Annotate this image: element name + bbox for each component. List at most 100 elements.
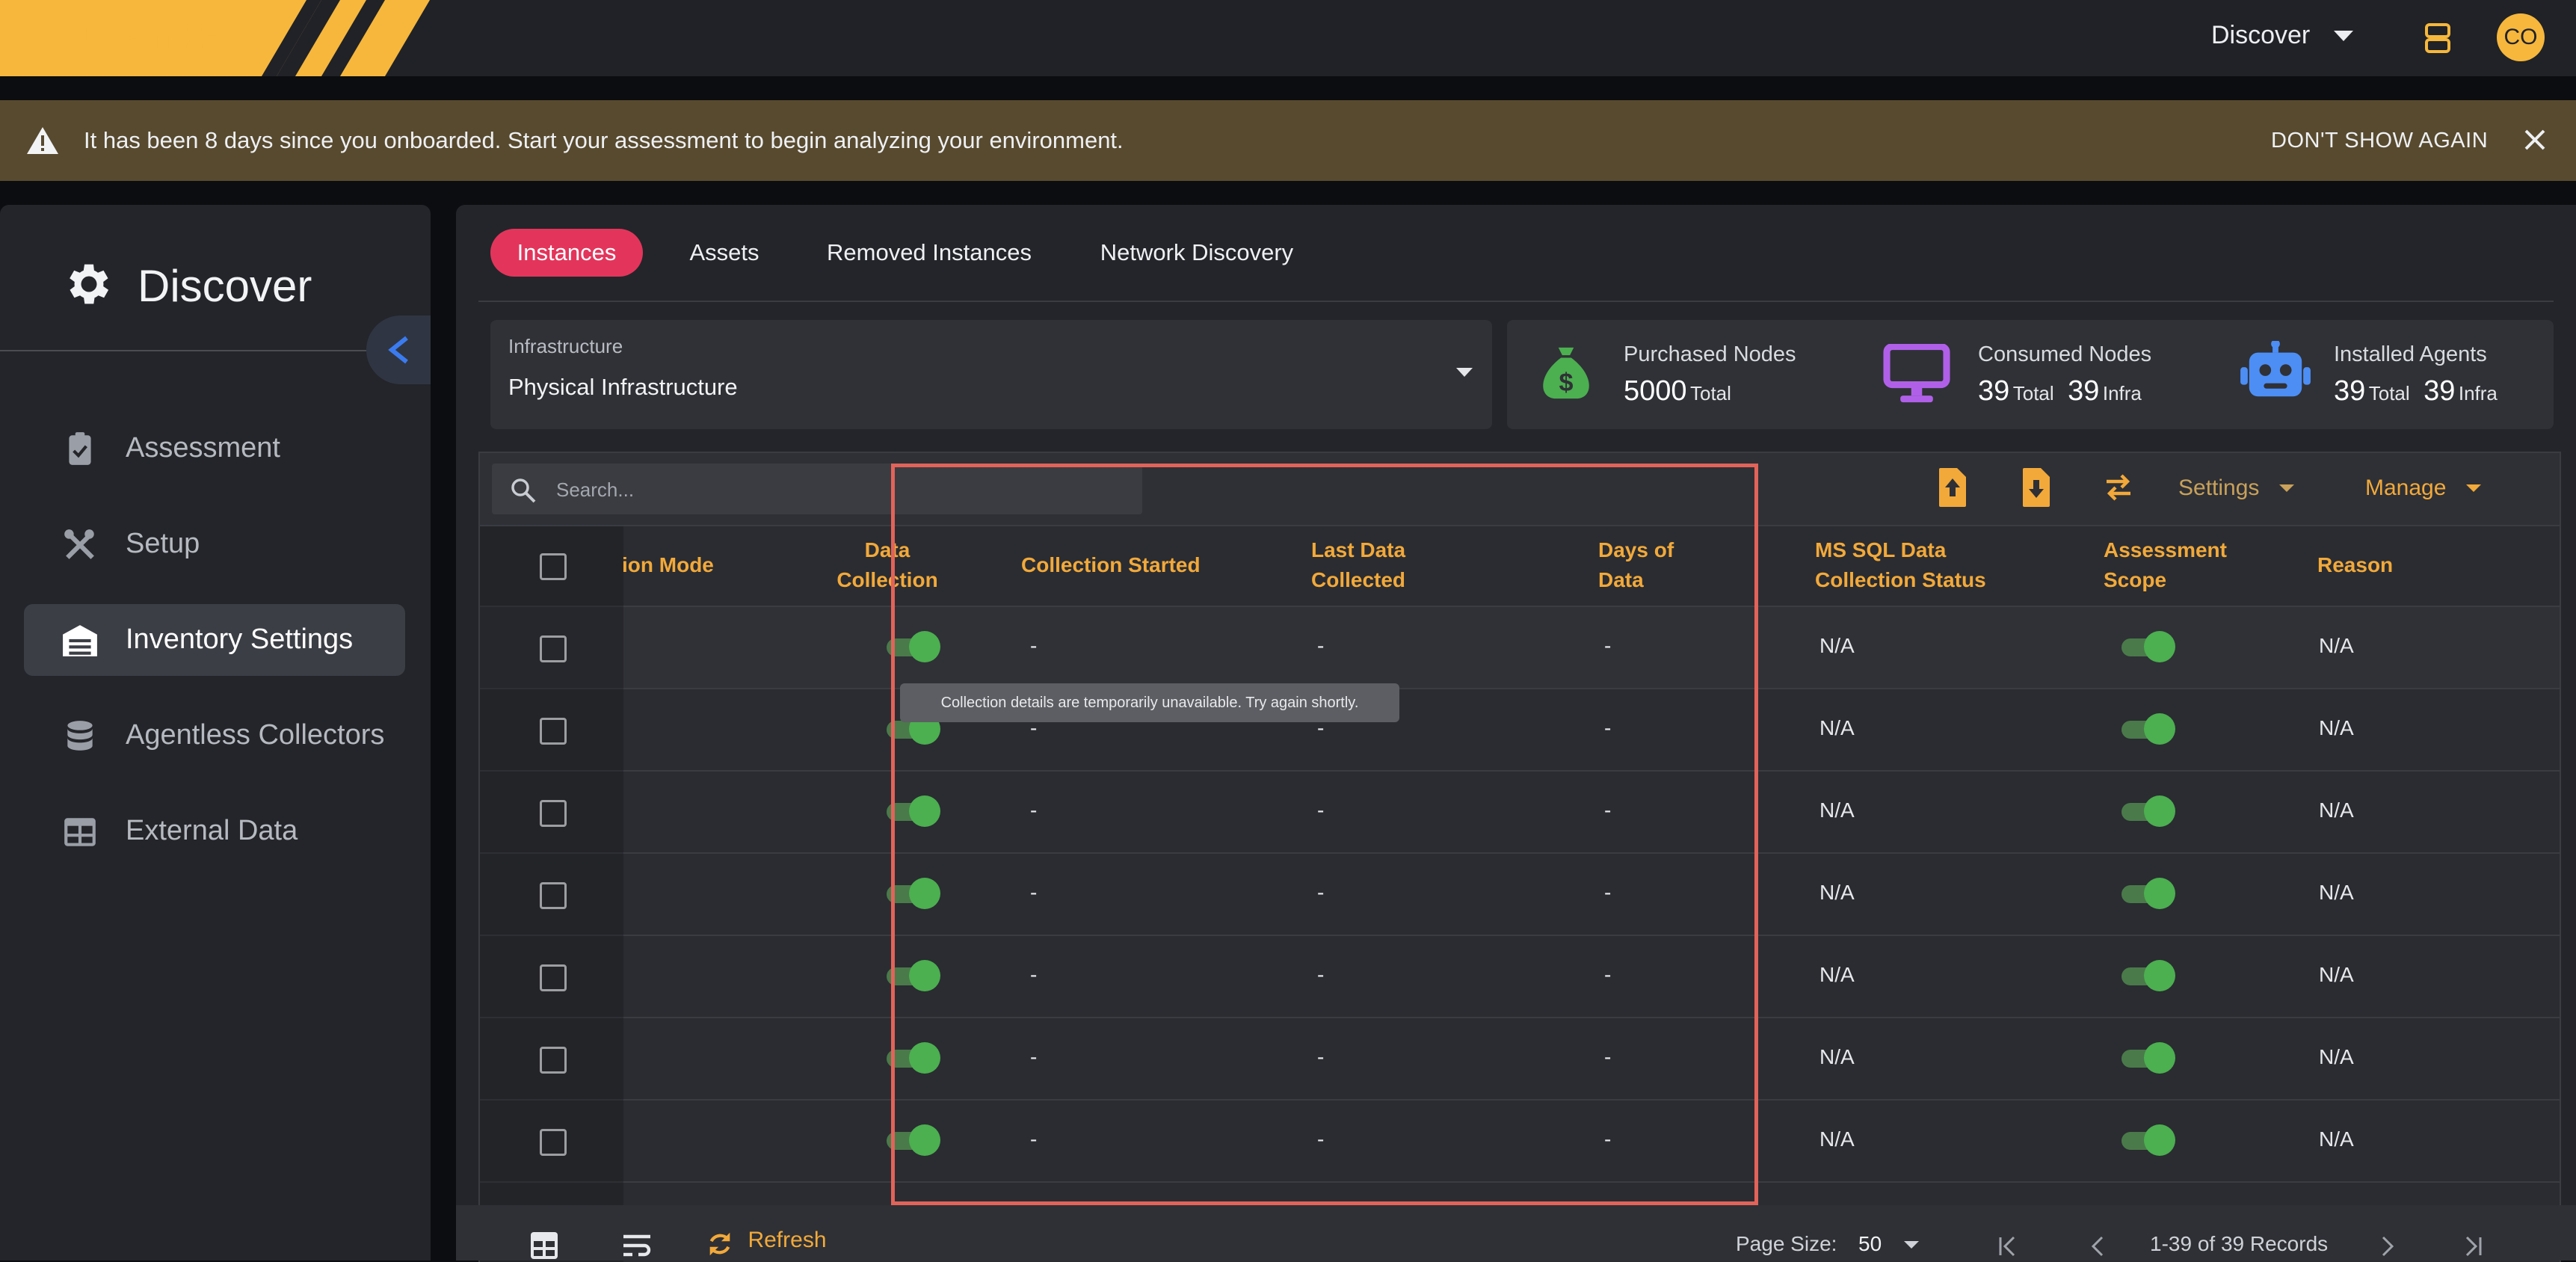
header-line: Collection [836, 568, 938, 591]
robot-icon [2240, 341, 2311, 397]
tab-removed-instances[interactable]: Removed Instances [806, 229, 1053, 277]
consumed-nodes-infra: 39 [2068, 375, 2100, 407]
sidebar-item-label: Agentless Collectors [126, 719, 385, 751]
refresh-button[interactable]: Refresh [706, 1228, 827, 1259]
days-of-data-cell: - [1604, 1127, 1612, 1151]
table-view-icon[interactable] [529, 1231, 559, 1261]
table-row[interactable]: - - - N/A N/A [480, 854, 2560, 936]
collection-started-cell: - [1030, 1127, 1038, 1151]
sidebar-item-external-data[interactable]: External Data [24, 795, 405, 867]
reason-cell: N/A [2319, 881, 2354, 904]
node-metrics-panel: $ Purchased Nodes 5000 Total Consumed No… [1507, 320, 2554, 429]
row-checkbox[interactable] [540, 1047, 567, 1074]
page-size-select[interactable]: 50 [1858, 1232, 1919, 1256]
reason-cell: N/A [2319, 1127, 2354, 1151]
next-page-icon[interactable] [2379, 1235, 2397, 1258]
settings-dropdown[interactable]: Settings [2178, 475, 2294, 501]
assessment-scope-toggle[interactable] [2121, 1042, 2175, 1074]
collection-started-cell: - [1030, 798, 1038, 822]
server-stack-icon[interactable] [2424, 22, 2452, 54]
data-collection-toggle[interactable] [887, 795, 940, 827]
days-of-data-cell: - [1604, 881, 1612, 904]
infrastructure-select[interactable]: Infrastructure Physical Infrastructure [490, 320, 1492, 429]
logo[interactable]: Cloudamize™ [0, 0, 434, 76]
assessment-scope-toggle[interactable] [2121, 631, 2175, 662]
file-upload-icon[interactable] [1938, 467, 1968, 508]
table-row[interactable]: - - - N/A N/A [480, 772, 2560, 854]
tools-icon [64, 529, 94, 559]
table-toolbar: Settings Manage [480, 453, 2560, 526]
header-line: Last Data [1311, 538, 1406, 561]
table-row[interactable]: - - - N/A N/A [480, 607, 2560, 689]
column-header-last-data-collected[interactable]: Last Data Collected [1311, 535, 1405, 595]
dont-show-again-button[interactable]: DON'T SHOW AGAIN [2271, 129, 2488, 153]
file-download-icon[interactable] [2021, 467, 2051, 508]
collection-started-cell: - [1030, 881, 1038, 904]
table-row[interactable]: - - - N/A N/A [480, 936, 2560, 1018]
money-bag-icon: $ [1543, 347, 1589, 399]
row-checkbox[interactable] [540, 1129, 567, 1156]
swap-arrows-icon[interactable] [2104, 473, 2133, 502]
sidebar-item-assessment[interactable]: Assessment [24, 413, 405, 484]
row-checkbox[interactable] [540, 964, 567, 991]
sidebar-item-setup[interactable]: Setup [24, 508, 405, 580]
table-row[interactable]: - - - N/A N/A [480, 1018, 2560, 1101]
row-checkbox[interactable] [540, 882, 567, 909]
close-icon[interactable] [2524, 129, 2546, 151]
tab-instances[interactable]: Instances [490, 229, 643, 277]
sidebar-item-agentless-collectors[interactable]: Agentless Collectors [24, 700, 405, 772]
column-header-days-of-data[interactable]: Days of Data [1598, 535, 1674, 595]
column-header-assessment-scope[interactable]: Assessment Scope [2104, 535, 2227, 595]
column-header-reason[interactable]: Reason [2317, 550, 2393, 580]
column-header-mssql-status[interactable]: MS SQL Data Collection Status [1815, 535, 1986, 595]
manage-dropdown[interactable]: Manage [2365, 475, 2481, 501]
sidebar-collapse-button[interactable] [366, 316, 431, 384]
top-navigation-bar: Cloudamize™ Discover CO [0, 0, 2576, 76]
days-of-data-cell: - [1604, 963, 1612, 986]
clipboard-check-icon [69, 432, 91, 465]
data-collection-toggle[interactable] [887, 1042, 940, 1074]
row-checkbox[interactable] [540, 800, 567, 827]
main-panel: Instances Assets Removed Instances Netwo… [456, 205, 2576, 1262]
wrap-text-icon[interactable] [622, 1232, 652, 1259]
mssql-status-cell: N/A [1819, 798, 1855, 822]
tab-assets[interactable]: Assets [665, 229, 783, 277]
page-size-label: Page Size: [1736, 1232, 1837, 1255]
header-line: MS SQL Data [1815, 538, 1947, 561]
assessment-scope-toggle[interactable] [2121, 878, 2175, 909]
assessment-scope-toggle[interactable] [2121, 713, 2175, 745]
collection-started-cell: - [1030, 634, 1038, 657]
row-checkbox[interactable] [540, 635, 567, 662]
header-line: Scope [2104, 568, 2167, 591]
refresh-label: Refresh [748, 1228, 827, 1252]
last-page-icon[interactable] [2461, 1235, 2483, 1258]
avatar[interactable]: CO [2497, 13, 2545, 61]
assessment-scope-toggle[interactable] [2121, 1124, 2175, 1156]
installed-agents-total: 39 [2334, 375, 2366, 407]
nav-discover-dropdown[interactable]: Discover [2211, 21, 2353, 50]
sidebar-item-inventory-settings[interactable]: Inventory Settings [24, 604, 405, 676]
search-input[interactable] [555, 474, 1126, 505]
column-header-data-collection[interactable]: Data Collection [824, 535, 951, 595]
select-all-checkbox[interactable] [540, 553, 567, 580]
purchased-nodes-value: 5000 Total [1624, 375, 1731, 407]
last-collected-cell: - [1317, 1045, 1325, 1068]
assessment-scope-toggle[interactable] [2121, 960, 2175, 991]
manage-label: Manage [2365, 475, 2447, 500]
data-collection-toggle[interactable] [887, 1124, 940, 1156]
first-page-icon[interactable] [1997, 1235, 2020, 1258]
previous-page-icon[interactable] [2089, 1235, 2107, 1258]
column-header-collection-mode[interactable]: ion Mode [622, 550, 714, 580]
table-row[interactable]: - - - N/A N/A [480, 1101, 2560, 1183]
data-collection-toggle[interactable] [887, 631, 940, 662]
consumed-nodes-infra-unit: Infra [2102, 382, 2142, 404]
data-collection-toggle[interactable] [887, 878, 940, 909]
consumed-nodes-total-unit: Total [2012, 382, 2054, 404]
header-line: Collection Status [1815, 568, 1986, 591]
assessment-scope-toggle[interactable] [2121, 795, 2175, 827]
tab-network-discovery[interactable]: Network Discovery [1072, 229, 1322, 277]
data-collection-toggle[interactable] [887, 960, 940, 991]
row-checkbox[interactable] [540, 718, 567, 745]
table-row[interactable]: - - - N/A N/A [480, 689, 2560, 772]
column-header-collection-started[interactable]: Collection Started [1021, 550, 1201, 580]
